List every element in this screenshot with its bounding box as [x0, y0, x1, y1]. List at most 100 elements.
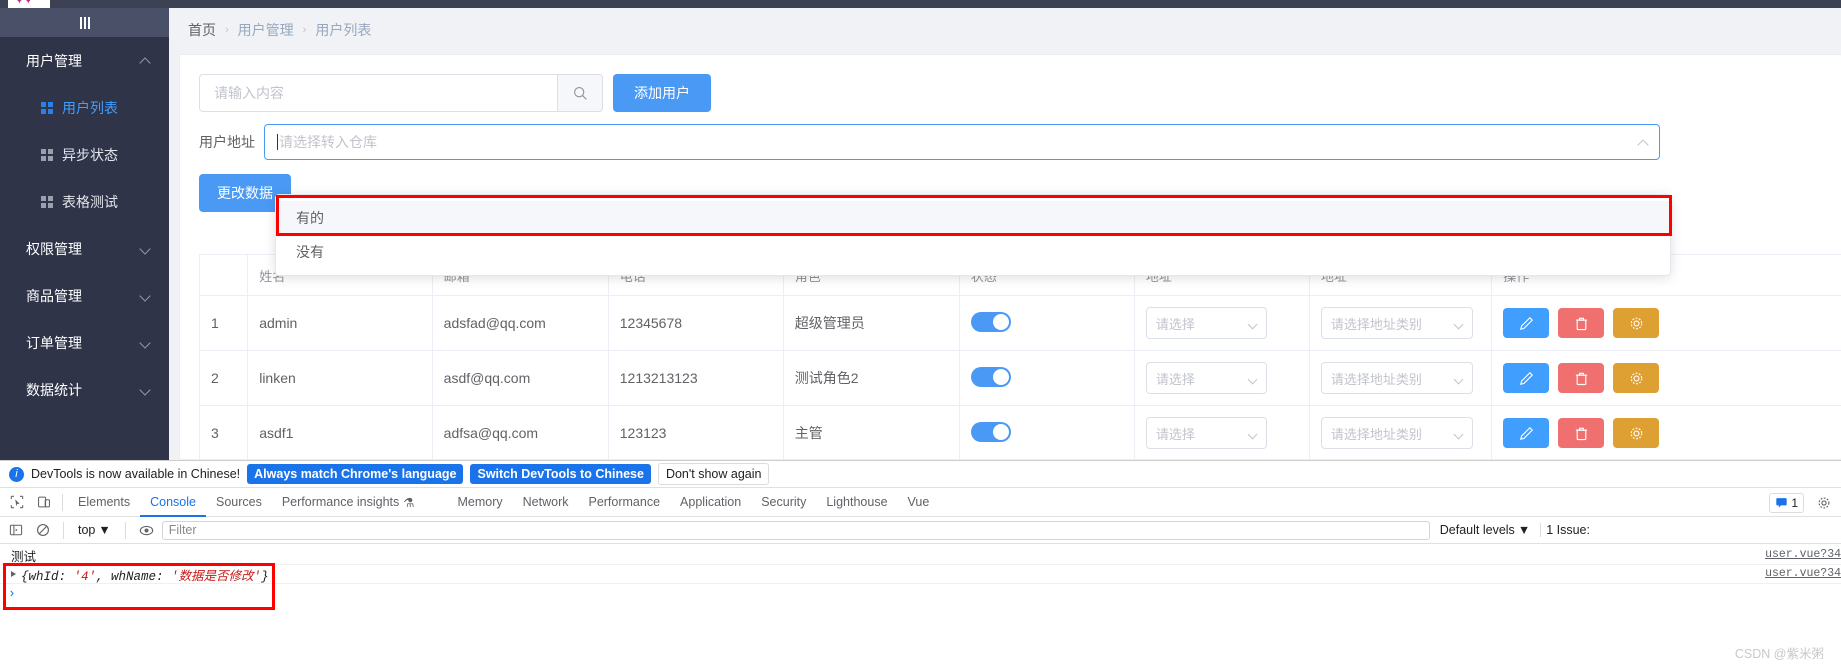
sidebar-group-header-product-management[interactable]: 商品管理 — [0, 272, 169, 319]
main-content: 首页 › 用户管理 › 用户列表 请输入内容 添加用户 用户地址 请选择转入仓库… — [169, 8, 1841, 460]
sidebar-group-header-data-statistics[interactable]: 数据统计 — [0, 366, 169, 413]
console-log-entry-2[interactable]: {whId: '4', whName: '数据是否修改'} user.vue?3… — [0, 565, 1841, 584]
address-select-1[interactable]: 请选择 — [1145, 417, 1267, 449]
breadcrumb-item-home[interactable]: 首页 — [188, 20, 216, 40]
delete-button[interactable] — [1558, 363, 1605, 393]
add-user-button[interactable]: 添加用户 — [613, 74, 711, 112]
message-count-button[interactable]: 1 — [1769, 492, 1804, 513]
console-log-source-link[interactable]: user.vue?34 — [1765, 567, 1841, 580]
edit-button[interactable] — [1503, 308, 1550, 338]
devtools-tab-lighthouse[interactable]: Lighthouse — [816, 488, 897, 517]
search-button[interactable] — [557, 74, 603, 112]
delete-button[interactable] — [1558, 418, 1605, 448]
cell-phone: 12345678 — [608, 295, 784, 351]
address-select-1[interactable]: 请选择 — [1145, 362, 1267, 394]
search-toolbar: 添加用户 — [180, 55, 1841, 112]
address-select-1[interactable]: 请选择 — [1145, 307, 1267, 339]
sidebar-collapse-bar[interactable] — [0, 8, 169, 37]
settings-button[interactable] — [1613, 363, 1660, 393]
cell-index: 1 — [199, 295, 249, 351]
devtools-tab-elements[interactable]: Elements — [68, 488, 140, 517]
console-log-object: {whId: '4', whName: '数据是否修改'} — [21, 569, 269, 584]
address-select-2[interactable]: 请选择地址类别 — [1320, 362, 1473, 394]
user-table: 姓名 邮箱 电话 角色 状态 地址 地址 操作 1 admin adsfad@q… — [199, 254, 1841, 459]
console-prompt[interactable]: › — [0, 584, 1841, 603]
warehouse-select[interactable]: 请选择转入仓库 — [264, 124, 1660, 160]
breadcrumb: 首页 › 用户管理 › 用户列表 — [169, 8, 1841, 52]
console-sidebar-icon[interactable] — [4, 519, 27, 542]
cell-name: asdf1 — [247, 405, 433, 459]
edit-button[interactable] — [1503, 418, 1550, 448]
address-select-1-placeholder: 请选择 — [1155, 316, 1195, 332]
sidebar-item-user-list[interactable]: 用户列表 — [0, 84, 169, 131]
devtools-tab-vue[interactable]: Vue — [898, 488, 940, 517]
hamburger-icon[interactable] — [79, 16, 90, 29]
dropdown-option-meiyou[interactable]: 没有 — [276, 235, 1670, 269]
inspect-element-icon[interactable] — [3, 489, 30, 516]
devtools-tab-network[interactable]: Network — [513, 488, 579, 517]
search-input[interactable] — [199, 74, 557, 112]
dropdown-option-youde[interactable]: 有的 — [276, 201, 1670, 235]
execution-context-selector[interactable]: top ▼ — [73, 523, 116, 537]
devtools-tab-application[interactable]: Application — [670, 488, 751, 517]
console-log-entry-1[interactable]: 测试 user.vue?34 — [0, 546, 1841, 565]
log-levels-selector[interactable]: Default levels ▼ — [1434, 523, 1536, 537]
cell-role: 超级管理员 — [783, 295, 960, 351]
sidebar-group-label: 商品管理 — [26, 287, 82, 304]
status-toggle[interactable] — [970, 421, 1011, 442]
gear-icon[interactable] — [1810, 489, 1837, 516]
device-toolbar-icon[interactable] — [30, 489, 57, 516]
address-select-2-placeholder: 请选择地址类别 — [1330, 316, 1422, 332]
screenshot-root: ✦✦ 用户管理 用户列表 异步状态 — [0, 0, 1841, 671]
grid-icon — [41, 195, 53, 208]
cell-phone: 1213213123 — [608, 350, 784, 406]
flask-icon: ⚗ — [403, 495, 415, 510]
trash-icon — [1575, 427, 1587, 440]
devtools-tabbar: Elements Console Sources Performance ins… — [0, 488, 1841, 517]
live-expression-icon[interactable] — [135, 519, 158, 542]
status-toggle[interactable] — [970, 311, 1011, 332]
issues-button[interactable]: 1 Issue: — [1540, 523, 1595, 537]
sidebar-item-async-status[interactable]: 异步状态 — [0, 131, 169, 178]
cell-actions — [1491, 405, 1841, 459]
sidebar-group-header-order-management[interactable]: 订单管理 — [0, 319, 169, 366]
devtools-tab-performance-insights[interactable]: Performance insights ⚗ — [272, 488, 425, 517]
delete-button[interactable] — [1558, 308, 1605, 338]
breadcrumb-separator-icon: › — [302, 24, 307, 36]
clear-console-icon[interactable] — [31, 519, 54, 542]
switch-to-chinese-button[interactable]: Switch DevTools to Chinese — [470, 464, 651, 484]
always-match-language-button[interactable]: Always match Chrome's language — [247, 464, 464, 484]
devtools-tab-console[interactable]: Console — [140, 488, 206, 517]
console-filter-bar: top ▼ Default levels ▼ 1 Issue: — [0, 517, 1841, 544]
sidebar: 用户管理 用户列表 异步状态 表格测试 权限管理 商品管理 订单管理 数据统计 — [0, 8, 169, 460]
devtools-tabbar-right: 1 — [1769, 488, 1837, 517]
devtools-tab-sources[interactable]: Sources — [206, 488, 272, 517]
settings-button[interactable] — [1613, 418, 1660, 448]
dont-show-again-button[interactable]: Don't show again — [657, 463, 770, 485]
console-filter-input[interactable] — [161, 520, 1430, 540]
chevron-down-icon: ▼ — [1517, 523, 1531, 537]
cell-address-1: 请选择 — [1134, 350, 1310, 406]
address-select-2[interactable]: 请选择地址类别 — [1320, 417, 1473, 449]
status-toggle[interactable] — [970, 366, 1011, 387]
edit-button[interactable] — [1503, 363, 1550, 393]
devtools-tab-performance[interactable]: Performance — [578, 488, 670, 517]
sidebar-group-label: 订单管理 — [26, 334, 82, 351]
devtools-tab-memory[interactable]: Memory — [447, 488, 512, 517]
pencil-icon — [1519, 426, 1533, 440]
sidebar-group-header-user-management[interactable]: 用户管理 — [0, 37, 169, 84]
sidebar-group-header-permission-management[interactable]: 权限管理 — [0, 225, 169, 272]
settings-button[interactable] — [1613, 308, 1660, 338]
gear-icon — [1630, 427, 1643, 439]
console-log-source-link[interactable]: user.vue?34 — [1765, 548, 1841, 561]
devtools-tab-security[interactable]: Security — [751, 488, 816, 517]
sidebar-item-table-test[interactable]: 表格测试 — [0, 178, 169, 225]
cell-email: adsfad@qq.com — [432, 295, 609, 351]
expand-triangle-icon[interactable] — [11, 571, 16, 577]
address-select-2[interactable]: 请选择地址类别 — [1320, 307, 1473, 339]
breadcrumb-item-user-management[interactable]: 用户管理 — [238, 20, 294, 40]
chevron-down-icon — [141, 244, 151, 254]
chevron-down-icon — [1249, 374, 1257, 382]
cell-index: 2 — [199, 350, 249, 406]
browser-page-area: ✦✦ 用户管理 用户列表 异步状态 — [0, 0, 1841, 460]
